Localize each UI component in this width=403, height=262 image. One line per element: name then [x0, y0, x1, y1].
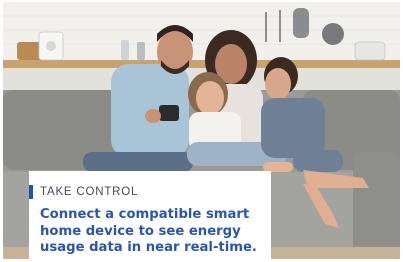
- promo-headline: Connect a compatible smart home device t…: [40, 207, 257, 255]
- promo-card[interactable]: TAKE CONTROL Connect a compatible smart …: [3, 2, 400, 259]
- eyebrow-label: TAKE CONTROL: [40, 186, 139, 198]
- accent-bar: [29, 185, 33, 199]
- promo-text-box: TAKE CONTROL Connect a compatible smart …: [29, 171, 271, 259]
